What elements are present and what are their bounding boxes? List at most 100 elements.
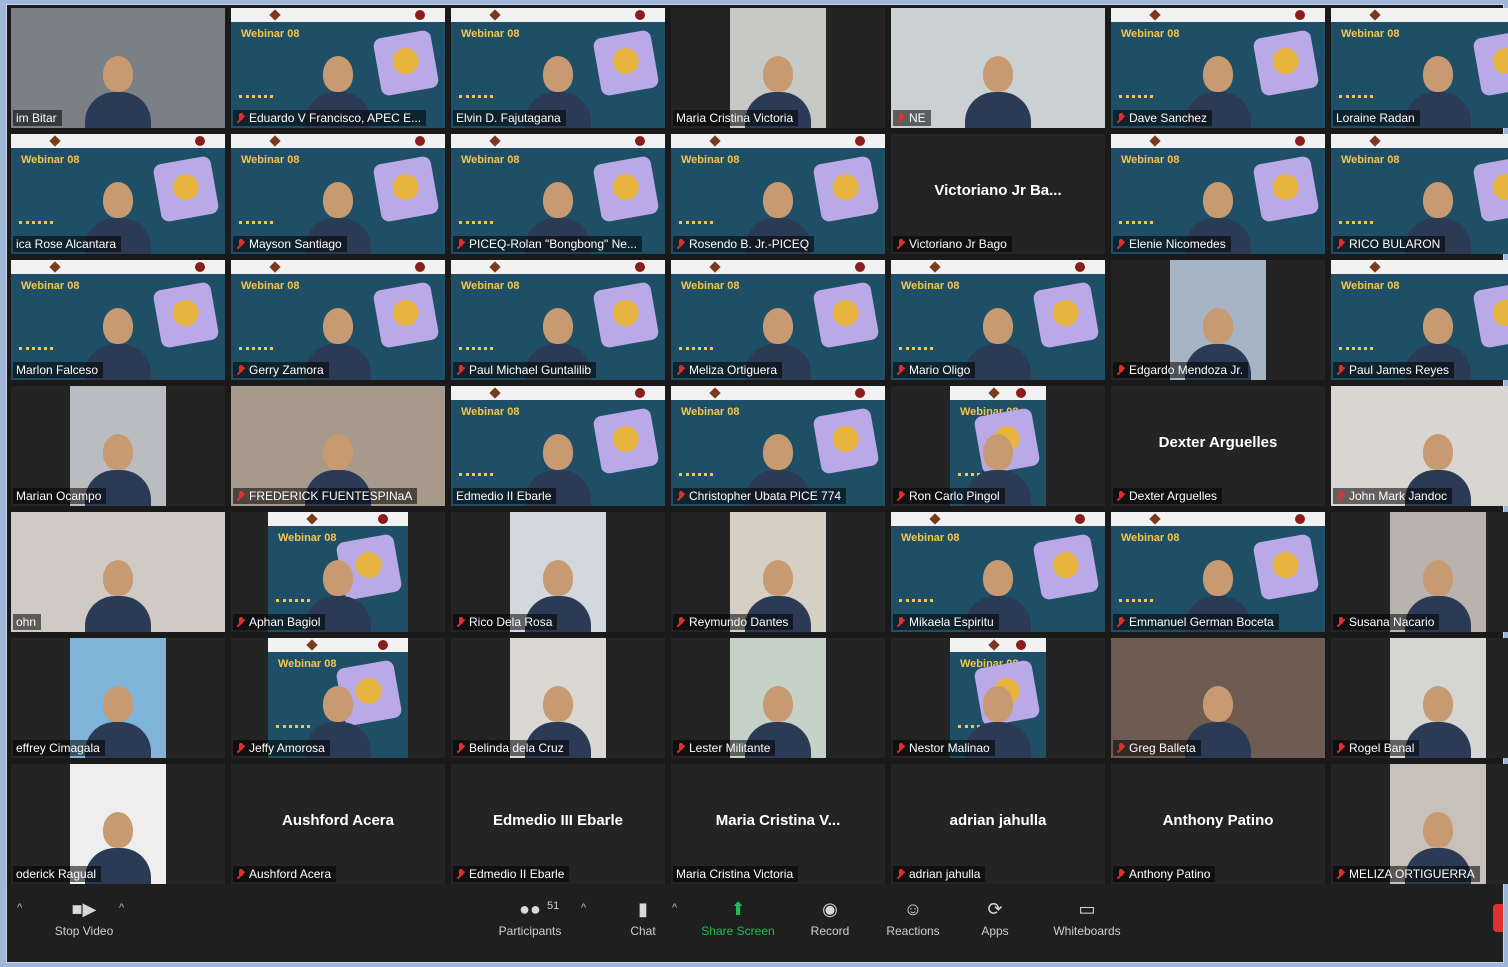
participant-tile[interactable]: Edmedio III Ebarle Edmedio II Ebarle: [451, 764, 665, 884]
end-meeting-tab[interactable]: [1493, 904, 1503, 932]
participant-tile[interactable]: Rogel Banal: [1331, 638, 1508, 758]
participant-tile[interactable]: Webinar 08 Edmedio II Ebarle: [451, 386, 665, 506]
chat-options-caret[interactable]: ^: [672, 902, 677, 914]
participant-tile[interactable]: Webinar 08 Rosendo B. Jr.-PICEQ: [671, 134, 885, 254]
participant-tile[interactable]: Greg Balleta: [1111, 638, 1325, 758]
participant-tile[interactable]: Maria Cristina V... Maria Cristina Victor…: [671, 764, 885, 884]
wave-decoration: [459, 95, 493, 104]
participant-tile[interactable]: Reymundo Dantes: [671, 512, 885, 632]
participant-tile[interactable]: John Mark Jandoc: [1331, 386, 1508, 506]
muted-mic-icon: [236, 113, 246, 123]
head-shape: [103, 56, 133, 92]
participant-name-label: Aphan Bagiol: [233, 614, 326, 630]
participant-tile[interactable]: Webinar 08 Paul James Reyes: [1331, 260, 1508, 380]
participant-tile[interactable]: Webinar 08 Elvin D. Fajutagana: [451, 8, 665, 128]
head-shape: [543, 308, 573, 344]
participant-name-text: Edmedio II Ebarle: [469, 867, 565, 881]
participant-tile[interactable]: Webinar 08 Marlon Falceso: [11, 260, 225, 380]
participant-tile[interactable]: Webinar 08 Meliza Ortiguera: [671, 260, 885, 380]
wave-decoration: [239, 221, 273, 230]
participant-tile[interactable]: Webinar 08 Ron Carlo Pingol: [891, 386, 1105, 506]
record-button[interactable]: ◉ Record: [785, 898, 875, 938]
participants-options-caret[interactable]: ^: [581, 902, 586, 914]
participant-tile[interactable]: im Bitar: [11, 8, 225, 128]
muted-mic-icon: [236, 239, 246, 249]
participant-tile[interactable]: Webinar 08 Dave Sanchez: [1111, 8, 1325, 128]
head-shape: [1203, 308, 1233, 344]
head-shape: [1423, 560, 1453, 596]
participant-tile[interactable]: Maria Cristina Victoria: [671, 8, 885, 128]
participant-tile[interactable]: Lester Militante: [671, 638, 885, 758]
participant-tile[interactable]: Dexter Arguelles Dexter Arguelles: [1111, 386, 1325, 506]
apps-button[interactable]: ⟳ Apps: [950, 898, 1040, 938]
participant-name-label: Emmanuel German Boceta: [1113, 614, 1279, 630]
participant-tile[interactable]: Webinar 08 Mayson Santiago: [231, 134, 445, 254]
participant-tile[interactable]: Webinar 08 Christopher Ubata PICE 774: [671, 386, 885, 506]
participant-name-label: Ron Carlo Pingol: [893, 488, 1005, 504]
participant-name-label: Reymundo Dantes: [673, 614, 794, 630]
wave-decoration: [19, 347, 53, 356]
participant-tile[interactable]: Webinar 08 RICO BULARON: [1331, 134, 1508, 254]
participant-name-text: Eduardo V Francisco, APEC E...: [249, 111, 422, 125]
participant-name-text: Emmanuel German Boceta: [1129, 615, 1274, 629]
participant-tile[interactable]: Marian Ocampo: [11, 386, 225, 506]
participant-tile[interactable]: Webinar 08 Eduardo V Francisco, APEC E...: [231, 8, 445, 128]
participant-name-text: ica Rose Alcantara: [16, 237, 117, 251]
head-shape: [1423, 308, 1453, 344]
participant-tile[interactable]: FREDERICK FUENTESPINaA: [231, 386, 445, 506]
muted-mic-icon: [236, 743, 246, 753]
participant-tile[interactable]: Webinar 08 PICEQ-Rolan "Bongbong" Ne...: [451, 134, 665, 254]
participant-tile[interactable]: Webinar 08 Aphan Bagiol: [231, 512, 445, 632]
participant-tile[interactable]: Webinar 08 Elenie Nicomedes: [1111, 134, 1325, 254]
head-shape: [323, 560, 353, 596]
participant-tile[interactable]: effrey Cimagala: [11, 638, 225, 758]
participant-name-text: Rico Dela Rosa: [469, 615, 553, 629]
participant-tile[interactable]: ohn: [11, 512, 225, 632]
muted-mic-icon: [456, 869, 466, 879]
participant-name-label: Maria Cristina Victoria: [673, 866, 799, 882]
participant-tile[interactable]: Webinar 08 Nestor Malinao: [891, 638, 1105, 758]
participant-tile[interactable]: Webinar 08 Loraine Radan: [1331, 8, 1508, 128]
video-camera-icon: ■▶: [71, 899, 97, 919]
participant-name-text: FREDERICK FUENTESPINaA: [249, 489, 413, 503]
participant-tile[interactable]: Webinar 08 ica Rose Alcantara: [11, 134, 225, 254]
participant-tile[interactable]: Belinda dela Cruz: [451, 638, 665, 758]
participant-tile[interactable]: Susana Nacario: [1331, 512, 1508, 632]
participant-tile[interactable]: Webinar 08 Mario Oligo: [891, 260, 1105, 380]
stop-video-button[interactable]: ■▶ Stop Video: [39, 898, 129, 938]
muted-mic-icon: [896, 491, 906, 501]
participant-name-text: Nestor Malinao: [909, 741, 990, 755]
webinar-title: Webinar 08: [461, 406, 520, 418]
audio-options-caret[interactable]: ^: [17, 902, 22, 914]
wave-decoration: [1119, 95, 1153, 104]
webinar-header-strip: [1111, 134, 1325, 148]
webinar-title: Webinar 08: [21, 154, 80, 166]
participant-tile[interactable]: Aushford Acera Aushford Acera: [231, 764, 445, 884]
participant-name-label: effrey Cimagala: [13, 740, 105, 756]
share-screen-button[interactable]: ⬆ Share Screen: [693, 898, 783, 938]
participant-tile[interactable]: Victoriano Jr Ba... Victoriano Jr Bago: [891, 134, 1105, 254]
participant-tile[interactable]: Webinar 08 Emmanuel German Boceta: [1111, 512, 1325, 632]
participant-tile[interactable]: Anthony Patino Anthony Patino: [1111, 764, 1325, 884]
participant-tile[interactable]: MELIZA ORTIGUERRA: [1331, 764, 1508, 884]
body-shape: [85, 92, 151, 128]
muted-mic-icon: [896, 869, 906, 879]
participants-button[interactable]: ●● Participants: [485, 898, 575, 938]
participant-tile[interactable]: NE: [891, 8, 1105, 128]
participant-tile[interactable]: Webinar 08 Jeffy Amorosa: [231, 638, 445, 758]
whiteboards-button[interactable]: ▭ Whiteboards: [1042, 898, 1132, 938]
participant-tile[interactable]: oderick Ragual: [11, 764, 225, 884]
participant-tile[interactable]: Webinar 08 Gerry Zamora: [231, 260, 445, 380]
participant-tile[interactable]: Webinar 08 Mikaela Espiritu: [891, 512, 1105, 632]
participant-name-text: Edmedio II Ebarle: [456, 489, 552, 503]
participant-name-text: Paul James Reyes: [1349, 363, 1450, 377]
participant-tile[interactable]: Edgardo Mendoza Jr.: [1111, 260, 1325, 380]
reactions-button[interactable]: ☺ Reactions: [868, 898, 958, 938]
participant-tile[interactable]: Webinar 08 Paul Michael Guntalilib: [451, 260, 665, 380]
participant-display-name: Dexter Arguelles: [1158, 434, 1278, 451]
webinar-title: Webinar 08: [1121, 154, 1180, 166]
participant-tile[interactable]: Rico Dela Rosa: [451, 512, 665, 632]
participant-tile[interactable]: adrian jahulla adrian jahulla: [891, 764, 1105, 884]
wave-decoration: [679, 473, 713, 482]
video-options-caret[interactable]: ^: [119, 902, 124, 914]
